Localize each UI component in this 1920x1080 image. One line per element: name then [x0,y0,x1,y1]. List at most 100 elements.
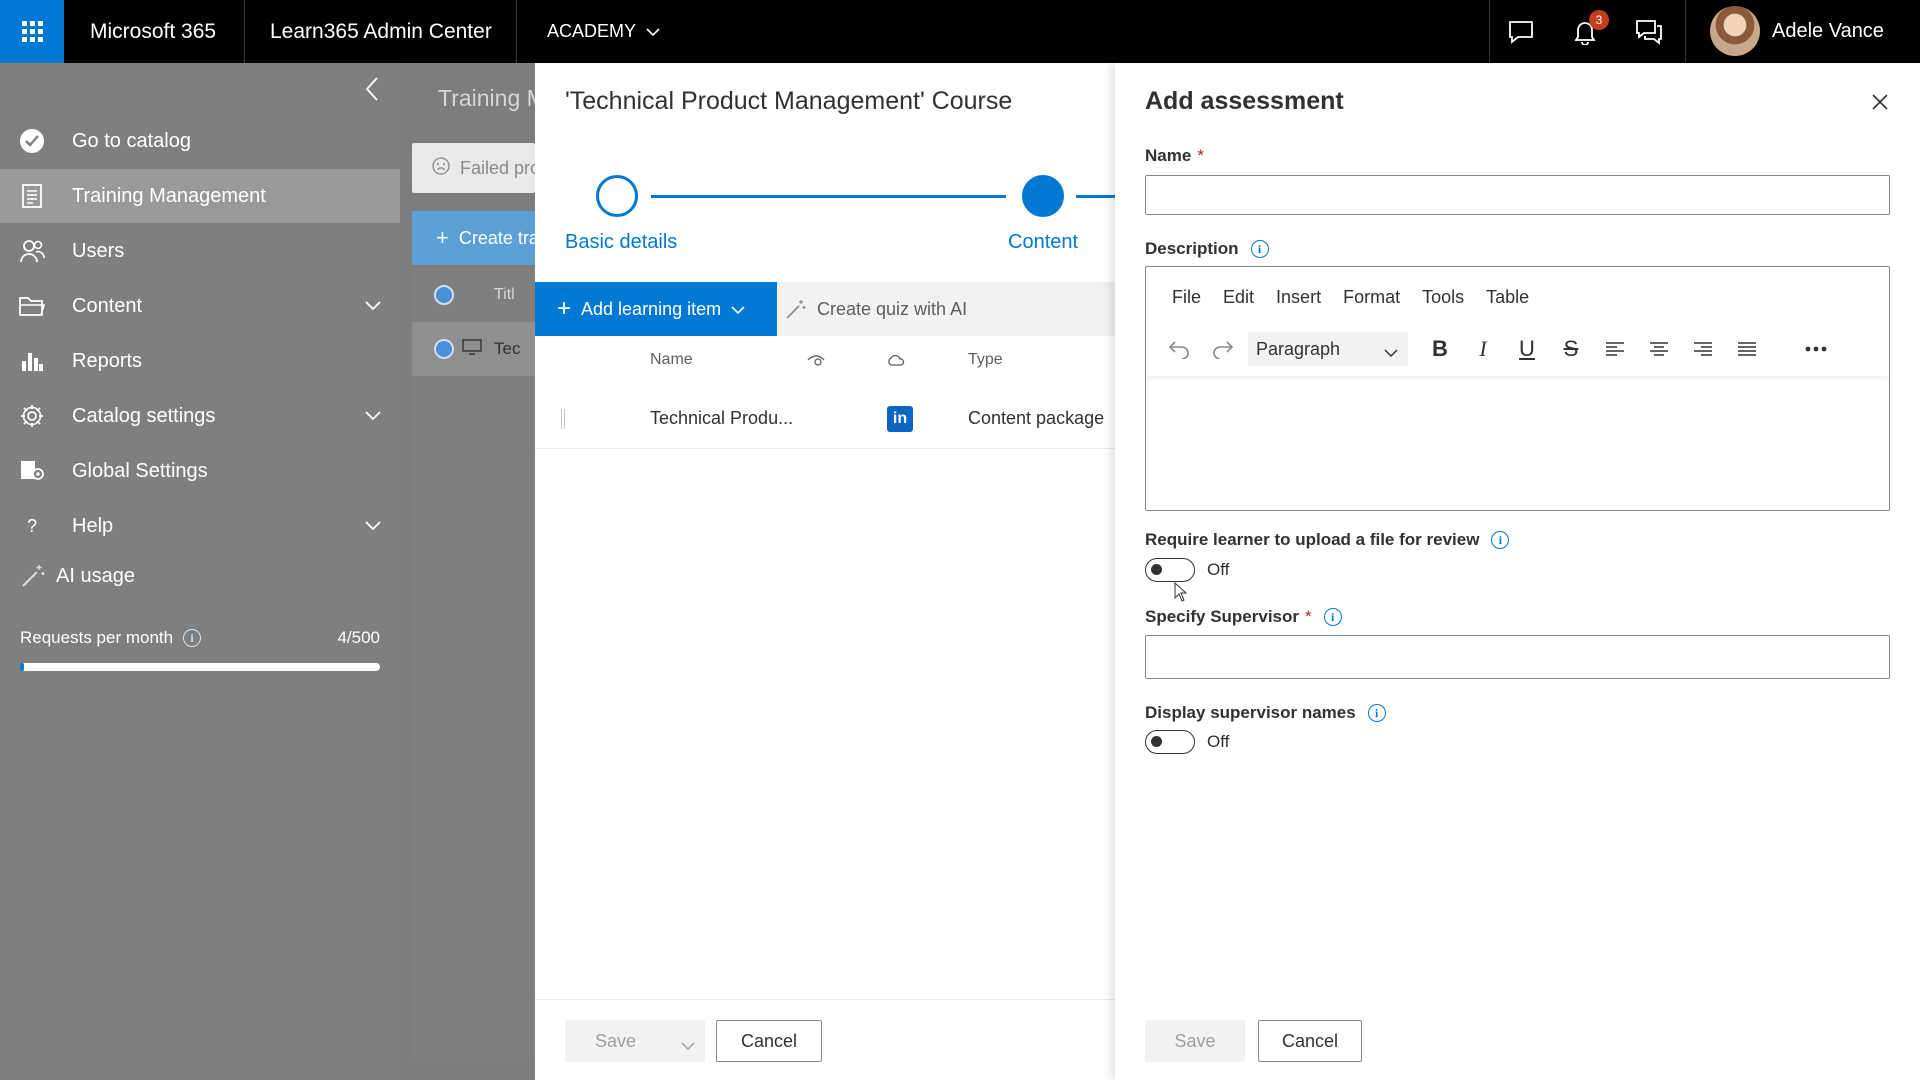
item-name: Technical Produ... [650,408,794,428]
align-left-button[interactable] [1600,334,1630,364]
nav-item-catalog-settings[interactable]: Catalog settings [0,389,400,443]
nav-label: Content [72,294,143,317]
supervisor-label: Specify Supervisor * i [1145,607,1342,627]
save-button[interactable]: Save [1145,1020,1245,1062]
app-launcher-button[interactable] [0,0,64,63]
chevron-down-icon[interactable] [681,1035,695,1056]
feedback-icon [1636,19,1662,45]
display-names-label-text: Display supervisor names [1145,703,1356,722]
menu-insert[interactable]: Insert [1276,287,1321,308]
drag-handle[interactable] [561,409,565,429]
menu-tools[interactable]: Tools [1422,287,1464,308]
stepper-line [651,195,1006,198]
chevron-down-icon[interactable] [364,406,382,427]
align-right-button[interactable] [1688,334,1718,364]
sad-face-icon [432,156,450,180]
align-center-icon [1650,342,1668,356]
ai-usage-label: AI usage [56,564,135,587]
bold-button[interactable]: B [1425,334,1455,364]
app-name[interactable]: Microsoft 365 [90,0,216,63]
info-icon[interactable]: i [1491,531,1510,549]
menu-edit[interactable]: Edit [1223,287,1254,308]
menu-format[interactable]: Format [1343,287,1400,308]
supervisor-input[interactable] [1145,635,1890,679]
underline-button[interactable]: U [1512,334,1542,364]
close-button[interactable] [1871,93,1889,116]
create-quiz-with-ai-button[interactable]: Create quiz with AI [785,282,967,336]
row-title: Tec [494,339,521,358]
step-content[interactable]: Content [1008,231,1078,254]
nav-item-help[interactable]: ? Help [0,499,400,553]
align-center-button[interactable] [1644,334,1674,364]
collapse-nav-button[interactable] [364,76,380,107]
column-title[interactable]: Titl [494,286,515,304]
table-row[interactable]: Tec [412,322,535,376]
more-button[interactable] [1801,334,1831,364]
create-training-button[interactable]: + Create tra [412,211,535,265]
user-name[interactable]: Adele Vance [1772,0,1884,63]
chevron-down-icon[interactable] [364,296,382,317]
info-icon[interactable]: i [183,629,202,647]
cancel-button[interactable]: Cancel [716,1020,822,1062]
training-management-page: Training M Failed pro + Create tra Titl … [400,63,546,1080]
nav-item-training-management[interactable]: Training Management [0,169,400,223]
chat-button[interactable] [1489,0,1553,63]
chevron-down-icon[interactable] [364,516,382,537]
column-provider-icon[interactable] [887,353,905,372]
undo-button[interactable] [1164,334,1194,364]
info-icon[interactable]: i [1250,240,1269,258]
display-names-toggle[interactable] [1145,730,1195,754]
feedback-button[interactable] [1617,0,1681,63]
description-editor[interactable]: File Edit Insert Format Tools Table Para… [1145,266,1890,511]
step-basic-details[interactable]: Basic details [565,231,677,254]
cancel-button[interactable]: Cancel [1258,1020,1362,1062]
name-input[interactable] [1145,175,1890,215]
divider [516,0,517,63]
admin-center-title[interactable]: Learn365 Admin Center [270,0,492,63]
menu-file[interactable]: File [1172,287,1201,308]
notifications-button[interactable]: 3 [1553,0,1617,63]
add-assessment-panel: Add assessment Name * Description i File… [1115,63,1920,1080]
divider [244,0,245,63]
nav-item-go-to-catalog[interactable]: Go to catalog [0,114,400,168]
table-header: Titl [412,268,535,322]
page-title: Training M [438,85,546,111]
linkedin-icon: in [887,406,913,432]
course-panel: 'Technical Product Management' Course Ba… [535,63,1115,1080]
paragraph-style-value: Paragraph [1256,338,1341,359]
nav-item-reports[interactable]: Reports [0,334,400,388]
column-required-icon[interactable] [807,353,825,372]
info-icon[interactable]: i [1323,608,1342,626]
justify-button[interactable] [1732,334,1762,364]
filter-dropdown[interactable]: Failed pro [412,143,535,193]
nav-item-global-settings[interactable]: Global Settings [0,444,400,498]
avatar[interactable] [1710,6,1760,56]
add-learning-item-button[interactable]: + Add learning item [535,282,777,336]
chevron-down-icon [1384,342,1398,363]
row-checkbox[interactable] [434,339,454,359]
tenant-selector[interactable]: ACADEMY [547,0,660,63]
editor-menubar: File Edit Insert Format Tools Table [1172,287,1529,308]
nav-item-users[interactable]: Users [0,224,400,278]
table-row[interactable]: Technical Produ... in Content package [535,389,1115,449]
info-icon[interactable]: i [1367,704,1386,722]
training-icon [18,182,46,210]
save-button[interactable]: Save [565,1020,705,1062]
column-name[interactable]: Name [650,351,693,369]
requests-row: Requests per month i 4/500 [20,628,380,648]
column-type[interactable]: Type [968,351,1003,369]
strikethrough-button[interactable]: S [1556,334,1586,364]
menu-table[interactable]: Table [1486,287,1529,308]
paragraph-style-select[interactable]: Paragraph [1248,332,1408,366]
italic-button[interactable]: I [1468,334,1498,364]
cloud-icon [888,354,905,366]
global-settings-icon [18,457,46,485]
redo-button[interactable] [1208,334,1238,364]
help-icon: ? [26,515,37,536]
step-basic-details-marker[interactable] [596,175,638,217]
upload-toggle[interactable] [1145,558,1195,582]
course-toolbar: + Add learning item Create quiz with AI [535,282,1115,336]
nav-item-content[interactable]: Content [0,279,400,333]
select-all-checkbox[interactable] [434,285,454,305]
step-content-marker[interactable] [1022,175,1064,217]
